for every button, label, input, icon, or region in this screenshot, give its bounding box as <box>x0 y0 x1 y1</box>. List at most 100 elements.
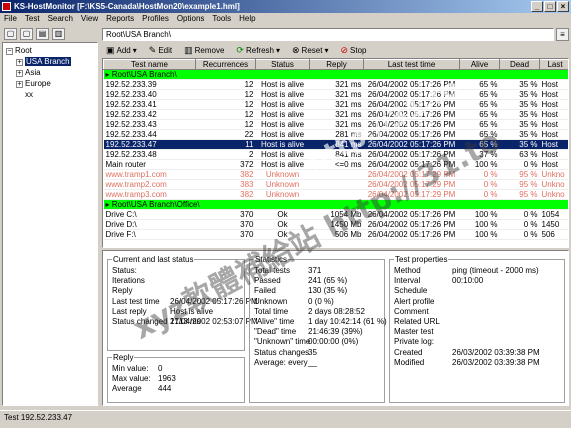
table-row[interactable]: 192.52.233.42 12 Host is alive 321 ms 26/04/… <box>103 109 568 120</box>
cell-last: 1450 <box>539 219 568 230</box>
maximize-button[interactable]: □ <box>544 1 556 12</box>
open-icon[interactable]: ▢ <box>20 28 33 40</box>
path-field[interactable]: Root\USA Branch\ <box>102 28 554 41</box>
table-row[interactable]: Main router 372 Host is alive <=0 ms 26/04/2… <box>103 159 568 170</box>
cell-dead: 95 % <box>499 189 540 200</box>
cell-rec: 12 <box>195 89 256 100</box>
table-row[interactable]: Drive C:\ 370 Ok 1054 Mb 26/04/2002 05:17:26… <box>103 209 568 220</box>
copy-icon[interactable]: ▤ <box>36 28 49 40</box>
cell-time: 26/04/2002 05:17:26 PM <box>363 129 460 140</box>
field-value: 0 <box>158 364 163 373</box>
cell-last: Host <box>539 79 568 90</box>
current-row: Iterations <box>112 276 240 286</box>
add-button[interactable]: ▣ Add ▾ <box>106 45 137 55</box>
remove-button[interactable]: ▥ Remove <box>184 45 224 55</box>
new-folder-icon[interactable]: ▢ <box>4 28 17 40</box>
table-row[interactable]: www.tramp2.com 383 Unknown 26/04/2002 05:17… <box>103 179 568 190</box>
expand-icon[interactable]: + <box>16 59 23 66</box>
menu-item-tools[interactable]: Tools <box>212 13 231 25</box>
cell-name: Drive C:\ <box>103 209 196 220</box>
collapse-icon[interactable]: − <box>6 48 13 55</box>
table-row[interactable]: Drive F:\ 370 Ok 506 Mb 26/04/2002 05:17:26 … <box>103 229 568 240</box>
expand-icon[interactable]: + <box>16 70 23 77</box>
field-label: Status changed <box>112 317 168 327</box>
stop-button[interactable]: ⊘ Stop <box>340 45 366 55</box>
menu-item-file[interactable]: File <box>4 13 17 25</box>
dropdown-icon[interactable]: ▾ <box>324 46 328 55</box>
field-label: Unknown <box>254 296 288 306</box>
column-header[interactable]: Status <box>255 59 310 70</box>
field-value: 21:46:39 (39%) <box>308 327 363 337</box>
cell-reply: 841 ms <box>309 139 364 150</box>
table-row[interactable]: 192.52.233.41 12 Host is alive 321 ms 26/04/… <box>103 99 568 110</box>
reset-button[interactable]: ⊗ Reset ▾ <box>292 45 328 55</box>
cell-alive: 37 % <box>459 149 500 160</box>
cell-dead: 35 % <box>499 79 540 90</box>
field-label: Schedule <box>394 286 428 296</box>
column-header[interactable]: Reply <box>309 59 364 70</box>
reply-row: Average 444 <box>112 384 240 394</box>
menu-item-test[interactable]: Test <box>25 13 40 25</box>
delete-icon[interactable]: ▥ <box>52 28 65 40</box>
table-row[interactable]: 192.52.233.47 11 Host is alive 841 ms 26/04/… <box>103 139 568 150</box>
filter-icon[interactable]: ≡ <box>556 28 569 41</box>
tests-grid[interactable]: Test name Recurrences Status Reply Last test… <box>102 58 569 248</box>
close-button[interactable]: × <box>557 1 569 12</box>
reply-group: Reply Min value: 0 Max value: 1963 Average 44… <box>107 353 245 403</box>
folder-row[interactable]: ▸ Root\USA Branch\ <box>103 69 568 80</box>
tree-root[interactable]: − Root <box>6 45 94 56</box>
column-header[interactable]: Last <box>539 59 568 70</box>
menu-item-options[interactable]: Options <box>177 13 205 25</box>
table-row[interactable]: 192.52.233.39 12 Host is alive 321 ms 26/04/… <box>103 79 568 90</box>
menu-item-search[interactable]: Search <box>48 13 73 25</box>
table-row[interactable]: 192.52.233.40 12 Host is alive 321 ms 26/04/… <box>103 89 568 100</box>
cell-last: Host <box>539 129 568 140</box>
field-label: Total time <box>254 306 289 316</box>
tree-item[interactable]: + USA Branch <box>6 56 94 67</box>
stats-row: Failed 130 (35 %) <box>254 286 380 296</box>
field-label: Min value: <box>112 364 149 373</box>
field-label: Alert profile <box>394 296 435 306</box>
column-header[interactable]: Test name <box>103 59 196 70</box>
column-header[interactable]: Alive <box>459 59 500 70</box>
details-panel: Current and last status Status: Iteration… <box>102 250 569 406</box>
folder-tree[interactable]: − Root + USA Branch + Asia + Europe xx <box>2 42 98 406</box>
menu-item-reports[interactable]: Reports <box>106 13 134 25</box>
menu-item-profiles[interactable]: Profiles <box>142 13 169 25</box>
dropdown-icon[interactable]: ▾ <box>133 46 137 55</box>
window-controls: _ □ × <box>531 1 569 12</box>
table-row[interactable]: www.tramp3.com 382 Unknown 26/04/2002 05:17… <box>103 189 568 200</box>
table-row[interactable]: 192.52.233.43 12 Host is alive 321 ms 26/04/… <box>103 119 568 130</box>
table-row[interactable]: 192.52.233.48 2 Host is alive 841 ms 26/04/2… <box>103 149 568 160</box>
test-properties-group: Test properties Method ping (timeout - 20… <box>389 255 565 403</box>
column-header[interactable]: Dead <box>499 59 540 70</box>
cell-rec: 370 <box>195 219 256 230</box>
table-row[interactable]: 192.52.233.44 22 Host is alive 281 ms 26/04/… <box>103 129 568 140</box>
field-label: Status: <box>112 266 137 275</box>
tree-item[interactable]: + Europe <box>6 78 94 89</box>
column-header[interactable]: Last test time <box>363 59 460 70</box>
tree-item[interactable]: + Asia <box>6 67 94 78</box>
field-label: "Unknown" time <box>254 337 311 347</box>
folder-row[interactable]: ▸ Root\USA Branch\Office\ <box>103 199 568 210</box>
column-header[interactable]: Recurrences <box>195 59 256 70</box>
cell-name: www.tramp2.com <box>103 179 196 190</box>
table-row[interactable]: www.tramp1.com 382 Unknown 26/04/2002 05:17… <box>103 169 568 180</box>
cell-rec: 12 <box>195 109 256 120</box>
field-value: Host is alive <box>170 306 214 316</box>
menu-item-view[interactable]: View <box>81 13 98 25</box>
dropdown-icon[interactable]: ▾ <box>276 46 280 55</box>
stats-row: "Alive" time 1 day 10:42:14 (61 %) <box>254 317 387 327</box>
tree-item[interactable]: xx <box>6 89 94 100</box>
field-label: Master test <box>394 327 434 337</box>
refresh-button[interactable]: ⟳ Refresh ▾ <box>236 45 280 55</box>
table-row[interactable]: Drive D:\ 370 Ok 1450 Mb 26/04/2002 05:17:26… <box>103 219 568 230</box>
minimize-button[interactable]: _ <box>531 1 543 12</box>
expand-icon[interactable]: + <box>16 81 23 88</box>
edit-button[interactable]: ✎ Edit <box>149 45 172 55</box>
field-value: 00:00:00 (0%) <box>308 337 359 347</box>
cell-status: Host is alive <box>255 89 310 100</box>
current-row: Last test time 26/04/2002 05:17:26 PM <box>112 297 258 307</box>
menu-item-help[interactable]: Help <box>239 13 255 25</box>
main-window: KS-HostMonitor [F:\KS5-Canada\HostMon20\… <box>0 0 571 428</box>
